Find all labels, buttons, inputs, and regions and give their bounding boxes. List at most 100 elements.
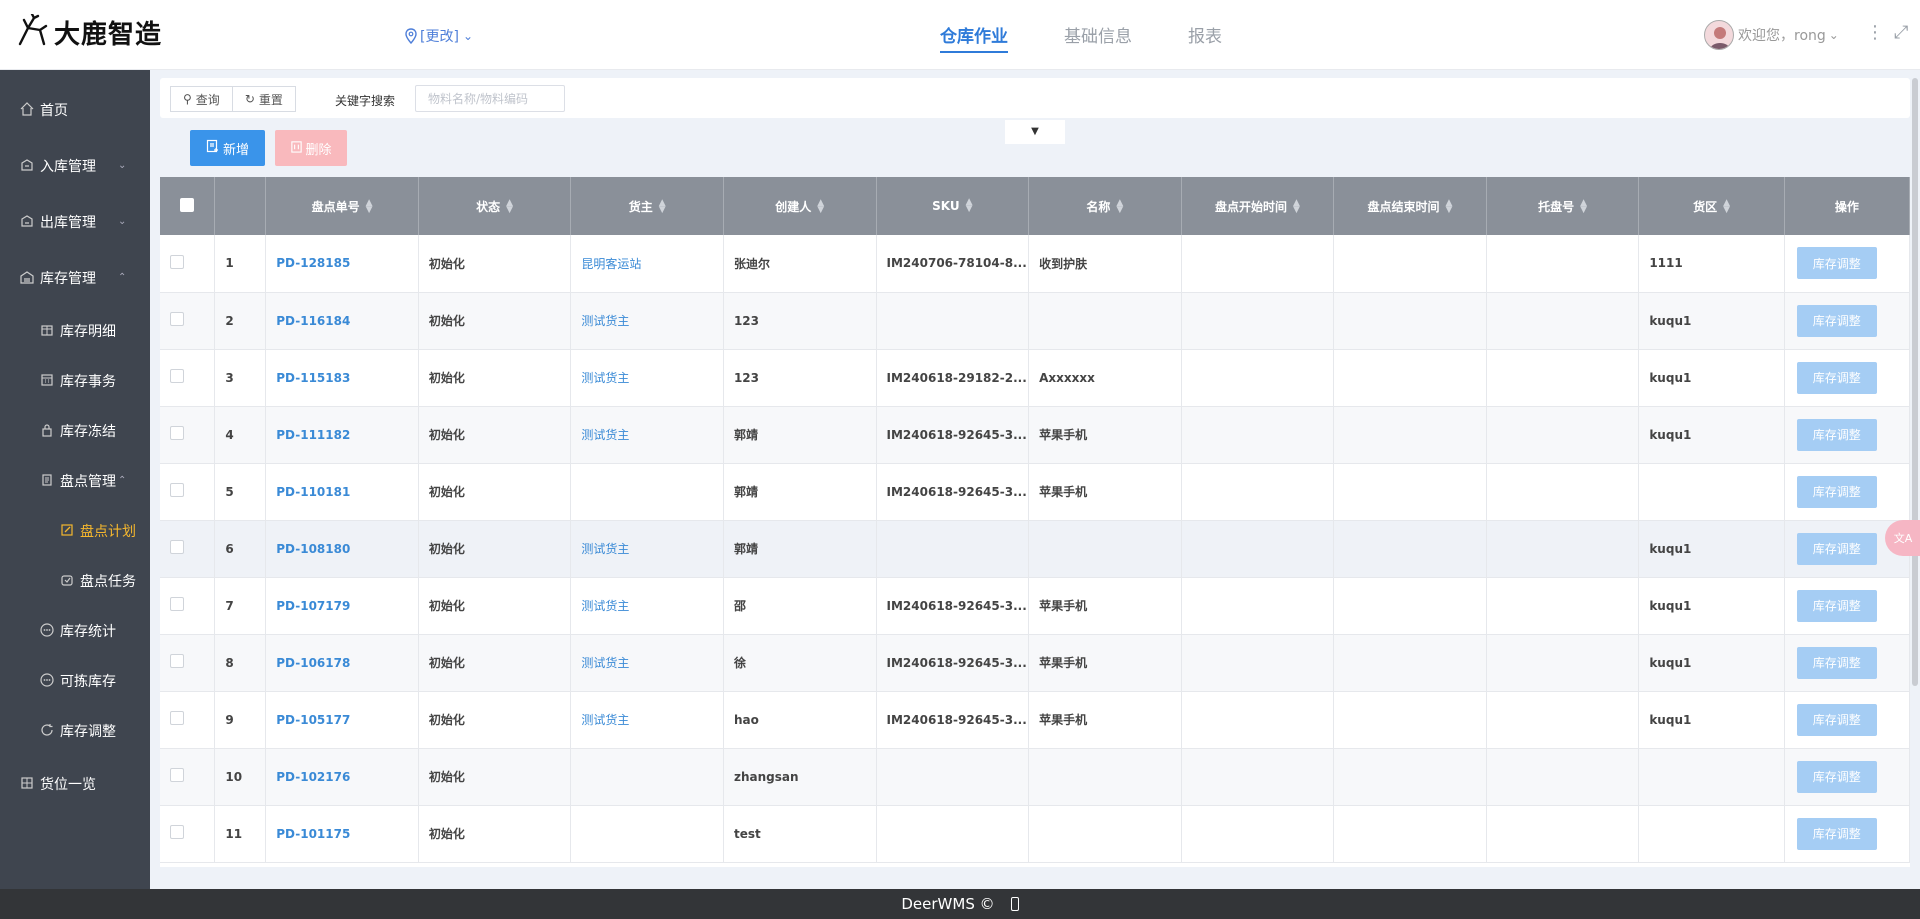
row-checkbox[interactable]	[170, 426, 184, 440]
col-header-start-time[interactable]: 盘点开始时间 ▲ ▼	[1181, 177, 1335, 235]
sidebar-item-inventory-adjust[interactable]: 库存调整	[0, 706, 150, 756]
row-checkbox[interactable]	[170, 768, 184, 782]
table-row[interactable]: 2 PD-116184 初始化 测试货主 123 kuqu1 库存调整	[160, 292, 1910, 350]
sidebar-item-inbound[interactable]: 入库管理 ⌄	[0, 138, 150, 194]
table-row[interactable]: 1 PD-128185 初始化 昆明客运站 张迪尔 IM240706-78104-8...…	[160, 235, 1910, 293]
sort-icon[interactable]: ▲ ▼	[366, 199, 373, 215]
sidebar-item-inventory-detail[interactable]: 库存明细	[0, 306, 150, 356]
inventory-adjust-button[interactable]: 库存调整	[1796, 361, 1877, 394]
location-switcher[interactable]: [更改] ⌄	[404, 26, 473, 46]
cell-owner[interactable]	[570, 805, 724, 863]
user-menu[interactable]: 欢迎您，rong ⌄	[1704, 20, 1839, 50]
col-header-order-no[interactable]: 盘点单号 ▲ ▼	[265, 177, 419, 235]
cell-order-no[interactable]: PD-116184	[265, 292, 419, 350]
col-header-creator[interactable]: 创建人 ▲ ▼	[723, 177, 877, 235]
inventory-adjust-button[interactable]: 库存调整	[1796, 304, 1877, 337]
cell-order-no[interactable]: PD-110181	[265, 463, 419, 521]
cell-owner[interactable]: 测试货主	[570, 520, 724, 578]
inventory-adjust-button[interactable]: 库存调整	[1796, 646, 1877, 679]
sort-icon[interactable]: ▲ ▼	[1580, 199, 1587, 215]
inventory-adjust-button[interactable]: 库存调整	[1796, 418, 1877, 451]
sort-icon[interactable]: ▲ ▼	[1293, 199, 1300, 215]
delete-button[interactable]: 删除	[275, 130, 347, 166]
sidebar-item-stocktake-task[interactable]: 盘点任务	[0, 556, 150, 606]
query-button[interactable]: ⚲ 查询	[170, 86, 233, 112]
sidebar-item-pickable-inventory[interactable]: 可拣库存	[0, 656, 150, 706]
sidebar-item-inventory-transactions[interactable]: 库存事务	[0, 356, 150, 406]
col-header-owner[interactable]: 货主 ▲ ▼	[570, 177, 724, 235]
mobile-icon[interactable]	[1010, 897, 1019, 911]
page-scrollbar[interactable]	[1912, 78, 1918, 686]
col-header-sku[interactable]: SKU ▲ ▼	[876, 177, 1030, 235]
nav-basic-info[interactable]: 基础信息	[1064, 22, 1132, 53]
cell-owner[interactable]: 昆明客运站	[570, 235, 724, 293]
inventory-adjust-button[interactable]: 库存调整	[1796, 589, 1877, 622]
sort-icon[interactable]: ▲ ▼	[1446, 199, 1453, 215]
row-checkbox[interactable]	[170, 483, 184, 497]
inventory-adjust-button[interactable]: 库存调整	[1796, 475, 1877, 508]
table-row[interactable]: 7 PD-107179 初始化 测试货主邵 IM240618-92645-3... 苹果手…	[160, 577, 1910, 635]
row-checkbox[interactable]	[170, 711, 184, 725]
sort-icon[interactable]: ▲ ▼	[1723, 199, 1730, 215]
cell-order-no[interactable]: PD-115183	[265, 349, 419, 407]
row-checkbox[interactable]	[170, 369, 184, 383]
col-header-zone[interactable]: 货区 ▲ ▼	[1638, 177, 1785, 235]
cell-owner[interactable]: 测试货主	[570, 634, 724, 692]
sort-icon[interactable]: ▲ ▼	[1116, 199, 1123, 215]
table-row[interactable]: 6 PD-108180 初始化 测试货主 郭靖 kuqu1 库存调整	[160, 520, 1910, 578]
cell-order-no[interactable]: PD-105177	[265, 691, 419, 749]
add-button[interactable]: 新增	[190, 130, 265, 166]
row-checkbox[interactable]	[170, 312, 184, 326]
cell-owner[interactable]: 测试货主	[570, 292, 724, 350]
sort-icon[interactable]: ▲ ▼	[817, 199, 824, 215]
sort-icon[interactable]: ▲ ▼	[506, 199, 513, 215]
row-checkbox[interactable]	[170, 254, 184, 269]
cell-owner[interactable]: 测试货主	[570, 406, 724, 464]
cell-owner[interactable]	[570, 463, 724, 521]
table-row[interactable]: 10 PD-102176 初始化 zhangsan 库存调整	[160, 748, 1910, 806]
col-header-pallet[interactable]: 托盘号 ▲ ▼	[1486, 177, 1640, 235]
table-row[interactable]: 11 PD-101175 初始化 test 库存调整	[160, 805, 1910, 863]
more-vertical-icon[interactable]: ⋮	[1866, 22, 1884, 43]
sidebar-item-location-overview[interactable]: 货位一览	[0, 756, 150, 812]
nav-warehouse-ops[interactable]: 仓库作业	[940, 22, 1008, 53]
fullscreen-icon[interactable]: ⤢	[1894, 22, 1908, 43]
location-change-link[interactable]: [更改]	[420, 26, 459, 46]
sidebar-item-stocktake-plan[interactable]: 盘点计划	[0, 506, 150, 556]
inventory-adjust-button[interactable]: 库存调整	[1796, 817, 1877, 850]
row-checkbox[interactable]	[170, 654, 184, 668]
row-checkbox[interactable]	[170, 825, 184, 839]
translate-float-icon[interactable]: 文A	[1885, 520, 1920, 556]
sidebar-item-stocktake-mgmt[interactable]: 盘点管理 ⌃	[0, 456, 150, 506]
sort-icon[interactable]: ▲ ▼	[659, 199, 666, 215]
sort-icon[interactable]: ▲ ▼	[966, 198, 973, 214]
sidebar-item-outbound[interactable]: 出库管理 ⌄	[0, 194, 150, 250]
inventory-adjust-button[interactable]: 库存调整	[1796, 760, 1877, 793]
row-checkbox[interactable]	[170, 540, 184, 554]
table-row[interactable]: 9 PD-105177 初始化 测试货主 hao IM240618-92645-3... 苹…	[160, 691, 1910, 749]
table-row[interactable]: 3 PD-115183 初始化 测试货主 123 IM240618-29182-2... A…	[160, 349, 1910, 407]
cell-order-no[interactable]: PD-101175	[265, 805, 419, 863]
col-header-name[interactable]: 名称 ▲ ▼	[1028, 177, 1182, 235]
cell-order-no[interactable]: PD-102176	[265, 748, 419, 806]
cell-owner[interactable]: 测试货主	[570, 577, 724, 635]
expand-toggle[interactable]: ▼	[1005, 120, 1065, 144]
reset-button[interactable]: ↻ 重置	[232, 86, 296, 112]
table-row[interactable]: 4 PD-111182 初始化 测试货主 郭靖 IM240618-92645-3... 苹果…	[160, 406, 1910, 464]
col-header-end-time[interactable]: 盘点结束时间 ▲ ▼	[1333, 177, 1487, 235]
sidebar-item-home[interactable]: 首页	[0, 82, 150, 138]
sidebar-item-inventory-stats[interactable]: 库存统计	[0, 606, 150, 656]
nav-reports[interactable]: 报表	[1188, 22, 1222, 53]
col-header-status[interactable]: 状态 ▲ ▼	[418, 177, 572, 235]
table-row[interactable]: 8 PD-106178 初始化 测试货主徐 IM240618-92645-3... 苹果手…	[160, 634, 1910, 692]
inventory-adjust-button[interactable]: 库存调整	[1796, 532, 1877, 565]
cell-order-no[interactable]: PD-128185	[265, 235, 419, 293]
sidebar-item-inventory[interactable]: 库存管理 ⌃	[0, 250, 150, 306]
cell-owner[interactable]	[570, 748, 724, 806]
cell-owner[interactable]: 测试货主	[570, 349, 724, 407]
inventory-adjust-button[interactable]: 库存调整	[1796, 247, 1877, 280]
cell-order-no[interactable]: PD-107179	[265, 577, 419, 635]
keyword-search-input[interactable]	[415, 85, 565, 112]
select-all-checkbox[interactable]	[180, 197, 195, 212]
cell-owner[interactable]: 测试货主	[570, 691, 724, 749]
